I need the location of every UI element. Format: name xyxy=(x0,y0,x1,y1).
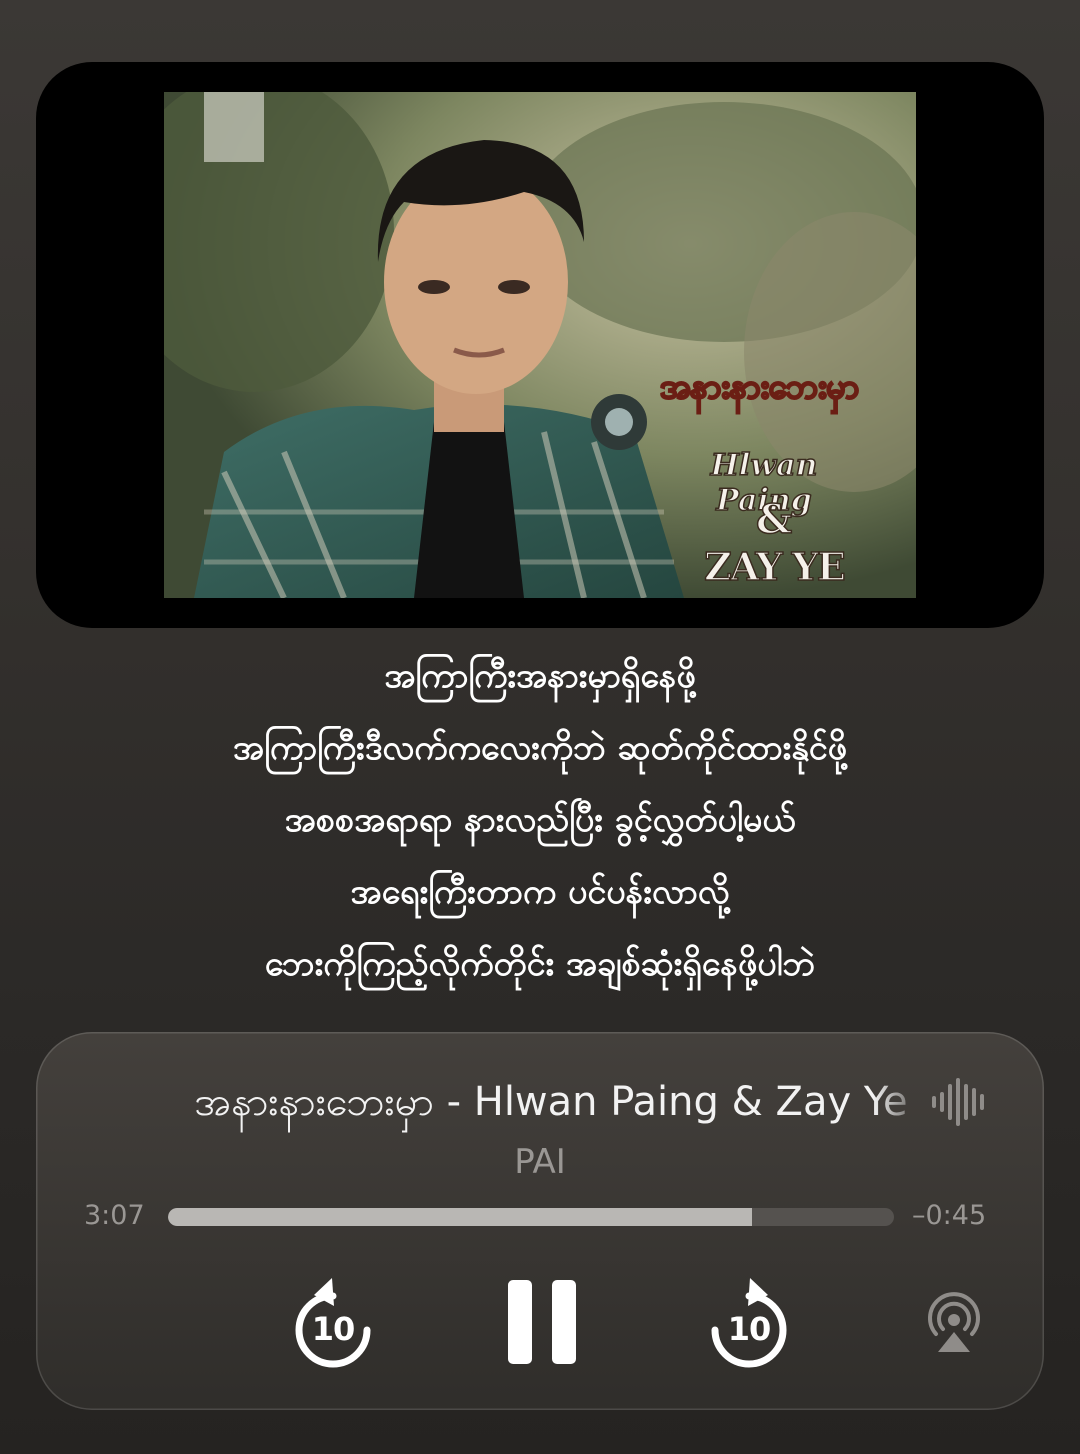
lyric-line[interactable]: အစစအရာရာ နားလည်ပြီး ခွင့်လွှတ်ပါ့မယ် xyxy=(40,784,1040,856)
skip-back-button[interactable]: 10 xyxy=(290,1272,376,1372)
pause-button[interactable] xyxy=(504,1276,580,1368)
lyric-line[interactable]: အရေးကြီးတာက ပင်ပန်းလာလို့ xyxy=(40,856,1040,928)
playback-scrubber[interactable] xyxy=(168,1208,894,1226)
remaining-time: –0:45 xyxy=(912,1200,987,1231)
mini-player-card: အနားနားဘေးမှာ - Hlwan Paing & Zay Ye PAI… xyxy=(36,1032,1044,1410)
skip-forward-seconds: 10 xyxy=(727,1310,772,1348)
track-title[interactable]: အနားနားဘေးမှာ - Hlwan Paing & Zay Ye xyxy=(176,1076,926,1135)
lyric-line[interactable]: အကြာကြီးဒီလက်ကလေးကိုဘဲ ဆုတ်ကိုင်ထားနိုင်… xyxy=(40,712,1040,784)
elapsed-time: 3:07 xyxy=(84,1200,145,1231)
video-overlay-ampersand: & xyxy=(755,495,793,544)
lyric-line[interactable]: ဘေးကိုကြည့်လိုက်တိုင်း အချစ်ဆုံးရှိနေဖို… xyxy=(40,928,1040,1000)
now-playing-screen: အနားနားဘေးမှာ Hlwan Paing & ZAY YE အကြာက… xyxy=(0,0,1080,1454)
airplay-audio-icon xyxy=(928,1292,980,1352)
video-overlay-title: အနားနားဘေးမှာ xyxy=(659,366,861,408)
lyrics-panel[interactable]: အကြာကြီးအနားမှာရှိနေဖို့ အကြာကြီးဒီလက်ကလ… xyxy=(40,640,1040,1000)
music-video-frame: အနားနားဘေးမှာ Hlwan Paing & ZAY YE xyxy=(164,92,916,598)
pause-icon xyxy=(508,1280,576,1364)
video-player[interactable]: အနားနားဘေးမှာ Hlwan Paing & ZAY YE xyxy=(36,62,1044,628)
waveform-icon[interactable] xyxy=(928,1076,988,1128)
skip-back-seconds: 10 xyxy=(311,1310,356,1348)
track-artist[interactable]: PAI xyxy=(36,1142,1044,1182)
video-overlay-artist-2: ZAY YE xyxy=(703,543,846,590)
airplay-button[interactable] xyxy=(922,1292,986,1356)
lyric-line[interactable]: အကြာကြီးအနားမှာရှိနေဖို့ xyxy=(40,640,1040,712)
skip-forward-button[interactable]: 10 xyxy=(706,1272,792,1372)
playback-progress-fill xyxy=(168,1208,753,1226)
